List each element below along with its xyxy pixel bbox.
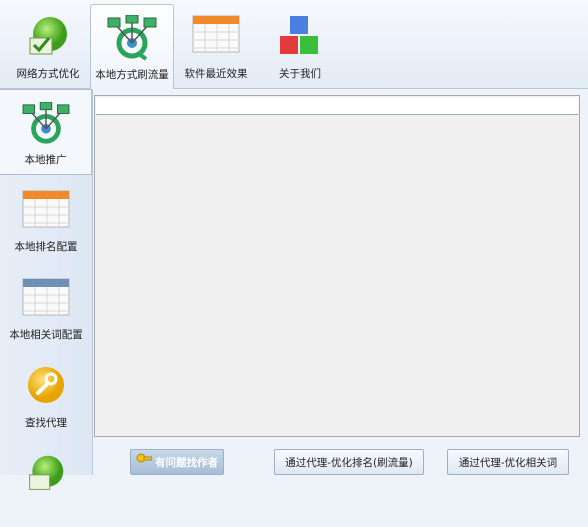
tab-recent-results[interactable]: 软件最近效果	[174, 4, 258, 84]
proxy-optimize-rank-button[interactable]: 通过代理-优化排名(刷流量)	[274, 449, 424, 475]
main-panel	[94, 95, 580, 437]
sidebar-item-label: 查找代理	[25, 417, 67, 429]
contact-author-label: 有问题找作者	[155, 457, 218, 469]
tab-label: 本地方式刷流量	[95, 69, 169, 81]
sidebar-item-rank-config[interactable]: 本地排名配置	[0, 177, 92, 263]
tab-label: 软件最近效果	[184, 68, 248, 80]
sidebar-item-network[interactable]	[0, 441, 92, 527]
globe-check-icon	[29, 455, 64, 490]
sidebar-item-local-promotion[interactable]: 本地推广	[0, 89, 92, 175]
sidebar-item-find-proxy[interactable]: 查找代理	[0, 353, 92, 439]
calendar-icon	[22, 190, 70, 228]
contact-author-button[interactable]: 有问题找作者	[130, 449, 224, 475]
tab-label: 网络方式优化	[16, 68, 80, 80]
tab-network-optimize[interactable]: 网络方式优化	[6, 4, 90, 84]
top-tab-bar: 网络方式优化 本地方式刷流量 软件最近效果 关于我们	[0, 0, 588, 89]
tab-about-us[interactable]: 关于我们	[258, 4, 342, 84]
network-nodes-icon	[22, 102, 69, 144]
sidebar-item-label: 本地相关词配置	[9, 329, 83, 341]
bottom-toolbar: 有问题找作者 通过代理-优化排名(刷流量) 通过代理-优化相关词	[94, 439, 588, 475]
tab-label: 关于我们	[279, 68, 321, 80]
sidebar-item-related-config[interactable]: 本地相关词配置	[0, 265, 92, 351]
cubes-icon	[280, 16, 318, 54]
sidebar-item-label: 本地推广	[24, 154, 67, 166]
calendar-icon	[22, 278, 70, 316]
tab-local-traffic[interactable]: 本地方式刷流量	[90, 4, 174, 89]
address-input[interactable]	[96, 97, 578, 115]
network-nodes-icon	[107, 15, 157, 61]
key-icon	[136, 450, 153, 476]
globe-check-icon	[29, 17, 67, 55]
sidebar-item-label: 本地排名配置	[14, 241, 78, 253]
sidebar: 本地推广 本地排名配置 本地相关词配置 查找代理	[0, 89, 93, 490]
wrench-icon	[28, 367, 64, 403]
proxy-optimize-related-button[interactable]: 通过代理-优化相关词	[447, 449, 569, 475]
calendar-icon	[192, 15, 240, 53]
